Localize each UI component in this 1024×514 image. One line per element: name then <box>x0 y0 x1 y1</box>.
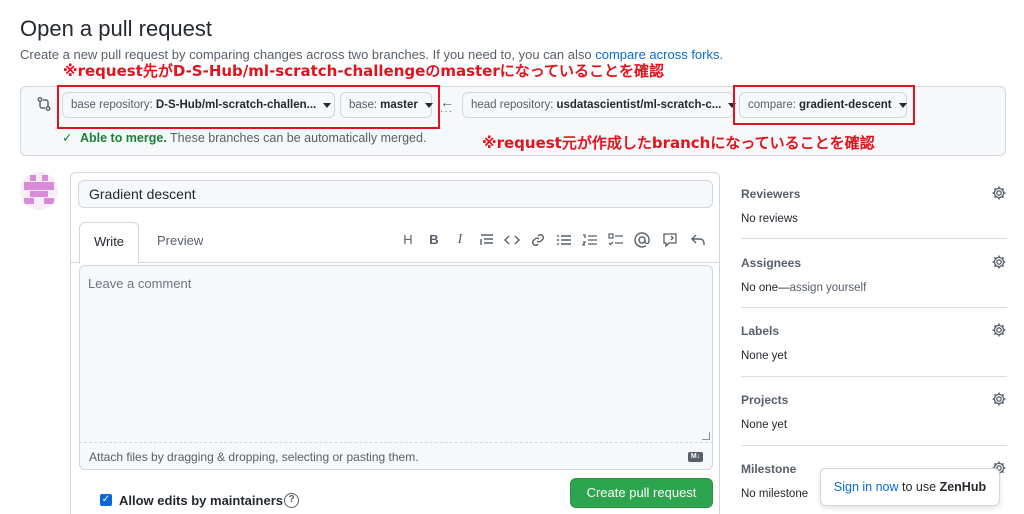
labels-value: None yet <box>741 350 788 362</box>
reply-icon[interactable] <box>689 231 707 249</box>
allow-edits-label: Allow edits by maintainers <box>119 493 283 508</box>
tab-write[interactable]: Write <box>79 222 139 264</box>
task-list-icon[interactable] <box>607 231 625 249</box>
sidebar-divider <box>741 445 1007 446</box>
comment-textarea[interactable]: Leave a comment <box>79 265 713 442</box>
sidebar-divider <box>741 238 1007 239</box>
allow-edits-checkbox[interactable]: ✓ <box>100 494 112 506</box>
page-title: Open a pull request <box>20 16 213 41</box>
sidebar-divider <box>741 307 1007 308</box>
git-compare-icon <box>37 97 51 111</box>
assignees-value: No one—assign yourself <box>741 282 1007 294</box>
unordered-list-icon[interactable] <box>555 231 573 249</box>
italic-icon[interactable]: I <box>451 231 469 249</box>
ordered-list-icon[interactable] <box>581 231 599 249</box>
title-input[interactable]: Gradient descent <box>78 180 713 208</box>
head-repository-select[interactable]: head repository: usdatascientist/ml-scra… <box>462 92 737 118</box>
check-icon: ✓ <box>62 131 73 145</box>
head-repository-label: head repository: <box>471 99 554 111</box>
link-icon[interactable] <box>529 231 547 249</box>
projects-title: Projects <box>741 393 789 407</box>
zenhub-brand: ZenHub <box>939 480 987 494</box>
assignees-none: No one— <box>741 282 790 294</box>
gear-icon[interactable] <box>991 322 1007 338</box>
mention-icon[interactable] <box>633 231 651 249</box>
gear-icon[interactable] <box>991 391 1007 407</box>
sidebar-reviewers: Reviewers No reviews <box>741 185 1007 225</box>
sidebar-projects: Projects None yet <box>741 391 1007 431</box>
zenhub-signin-popup[interactable]: Sign in now to use ZenHub <box>820 468 1000 506</box>
labels-title: Labels <box>741 324 780 338</box>
gear-icon[interactable] <box>991 254 1007 270</box>
heading-icon[interactable]: H <box>399 231 417 249</box>
projects-value: None yet <box>741 419 788 431</box>
attach-files-text: Attach files by dragging & dropping, sel… <box>89 450 419 464</box>
sidebar-labels: Labels None yet <box>741 322 1007 362</box>
merge-status-message: These branches can be automatically merg… <box>170 131 427 145</box>
merge-status-label: Able to merge. <box>79 131 167 145</box>
annotation-box-compare <box>733 85 915 125</box>
assignees-title: Assignees <box>741 256 802 270</box>
code-icon[interactable] <box>503 231 521 249</box>
resize-handle-icon[interactable] <box>702 432 710 440</box>
annotation-box-base <box>57 85 440 129</box>
zenhub-signin-link[interactable]: Sign in now <box>834 480 899 494</box>
reviewers-title: Reviewers <box>741 187 801 201</box>
markdown-icon: M↓ <box>688 452 703 462</box>
annotation-bottom: ※request元が作成したbranchになっていることを確認 <box>482 134 875 152</box>
quote-icon[interactable] <box>478 231 496 249</box>
avatar <box>20 172 58 210</box>
question-icon[interactable]: ? <box>284 493 299 508</box>
merge-status: ✓ Able to merge. These branches can be a… <box>62 130 426 145</box>
gear-icon[interactable] <box>991 185 1007 201</box>
tab-preview[interactable]: Preview <box>157 222 203 262</box>
cross-reference-icon[interactable] <box>661 231 679 249</box>
sidebar-divider <box>741 376 1007 377</box>
reviewers-value: No reviews <box>741 213 798 225</box>
bold-icon[interactable]: B <box>425 231 443 249</box>
ellipsis-icon: ··· <box>440 106 453 117</box>
zenhub-text: to use <box>902 480 937 494</box>
sidebar-assignees: Assignees No one—assign yourself <box>741 254 1007 294</box>
head-repository-value: usdatascientist/ml-scratch-c... <box>556 99 722 111</box>
assign-yourself-link[interactable]: assign yourself <box>790 282 867 294</box>
annotation-top: ※request先がD-S-Hub/ml-scratch-challengeのm… <box>63 62 664 80</box>
create-pull-request-button[interactable]: Create pull request <box>570 478 713 508</box>
attach-files-bar[interactable]: Attach files by dragging & dropping, sel… <box>79 442 713 470</box>
